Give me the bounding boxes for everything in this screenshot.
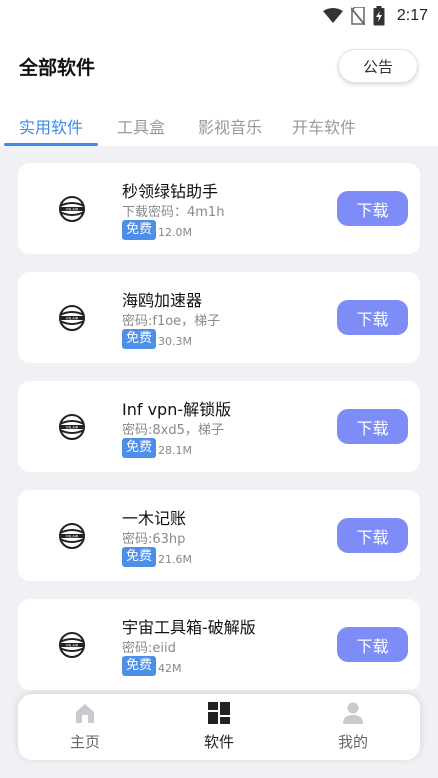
app-logo-icon: ON.AIR [54, 300, 90, 336]
page-header: 全部软件 公告 [0, 44, 438, 88]
tab-toolbox[interactable]: 工具盒 [117, 108, 165, 146]
download-button[interactable]: 下载 [337, 518, 408, 553]
list-item[interactable]: ON.AIR 一木记账 密码:63hp 免费 21.6M 下载 [18, 490, 420, 581]
list-item[interactable]: ON.AIR 宇宙工具箱-破解版 密码:eiid 免费 42M 下载 [18, 599, 420, 690]
user-icon [342, 702, 364, 728]
app-name: 秒领绿钻助手 [122, 182, 219, 201]
app-size: 21.6M [158, 553, 192, 566]
app-name: 宇宙工具箱-破解版 [122, 618, 256, 637]
app-password: 密码:eiid [122, 641, 176, 656]
svg-text:ON.AIR: ON.AIR [66, 534, 79, 538]
nav-mine[interactable]: 我的 [308, 702, 398, 752]
grid-icon [208, 702, 230, 728]
no-sim-icon [350, 7, 365, 25]
svg-text:ON.AIR: ON.AIR [66, 643, 79, 647]
app-name: 海鸥加速器 [122, 291, 203, 310]
free-badge: 免费 [122, 329, 157, 349]
app-size: 42M [158, 662, 182, 675]
status-bar: 2:17 [0, 0, 438, 32]
page-title: 全部软件 [19, 56, 96, 79]
app-password: 密码:8xd5，梯子 [122, 423, 224, 438]
download-button[interactable]: 下载 [337, 409, 408, 444]
app-name: 一木记账 [122, 509, 187, 528]
home-icon [74, 702, 96, 728]
app-password: 密码:f1oe，梯子 [122, 314, 221, 329]
tab-practical[interactable]: 实用软件 [3, 108, 99, 146]
download-button[interactable]: 下载 [337, 300, 408, 335]
nav-home-label: 主页 [69, 733, 100, 751]
battery-icon [373, 6, 385, 26]
app-logo-icon: ON.AIR [54, 518, 90, 554]
app-password: 下载密码：4m1h [122, 205, 225, 220]
tab-driving[interactable]: 开车软件 [292, 108, 356, 146]
nav-mine-label: 我的 [337, 733, 368, 751]
app-password: 密码:63hp [122, 532, 186, 547]
app-size: 12.0M [158, 226, 192, 239]
app-meta: 免费 42M [122, 656, 182, 676]
app-meta: 免费 30.3M [122, 329, 192, 349]
bottom-nav: 主页 软件 我的 [18, 694, 420, 760]
clock: 2:17 [396, 7, 428, 24]
svg-text:ON.AIR: ON.AIR [66, 425, 79, 429]
app-list: ON.AIR 秒领绿钻助手 下载密码：4m1h 免费 12.0M 下载 ON.A… [18, 163, 420, 708]
app-meta: 免费 12.0M [122, 220, 192, 240]
free-badge: 免费 [122, 547, 157, 567]
app-logo-icon: ON.AIR [54, 191, 90, 227]
wifi-icon [322, 8, 343, 24]
app-size: 28.1M [158, 444, 192, 457]
download-button[interactable]: 下载 [337, 627, 408, 662]
nav-software-label: 软件 [203, 733, 234, 751]
notice-button[interactable]: 公告 [338, 49, 418, 83]
download-button[interactable]: 下载 [337, 191, 408, 226]
free-badge: 免费 [122, 438, 157, 458]
app-meta: 免费 21.6M [122, 547, 192, 567]
free-badge: 免费 [122, 220, 157, 240]
tab-video-music[interactable]: 影视音乐 [198, 108, 262, 146]
list-item[interactable]: ON.AIR 秒领绿钻助手 下载密码：4m1h 免费 12.0M 下载 [18, 163, 420, 254]
app-logo-icon: ON.AIR [54, 409, 90, 445]
nav-software[interactable]: 软件 [174, 702, 264, 752]
category-tabs: 实用软件 工具盒 影视音乐 开车软件 [0, 108, 438, 146]
list-item[interactable]: ON.AIR 海鸥加速器 密码:f1oe，梯子 免费 30.3M 下载 [18, 272, 420, 363]
svg-text:ON.AIR: ON.AIR [66, 316, 79, 320]
free-badge: 免费 [122, 656, 157, 676]
nav-home[interactable]: 主页 [40, 702, 130, 752]
svg-text:ON.AIR: ON.AIR [66, 207, 79, 211]
app-logo-icon: ON.AIR [54, 627, 90, 663]
list-item[interactable]: ON.AIR Inf vpn-解锁版 密码:8xd5，梯子 免费 28.1M 下… [18, 381, 420, 472]
app-list-area: ON.AIR 秒领绿钻助手 下载密码：4m1h 免费 12.0M 下载 ON.A… [0, 146, 438, 778]
app-meta: 免费 28.1M [122, 438, 192, 458]
app-name: Inf vpn-解锁版 [122, 400, 232, 419]
app-size: 30.3M [158, 335, 192, 348]
